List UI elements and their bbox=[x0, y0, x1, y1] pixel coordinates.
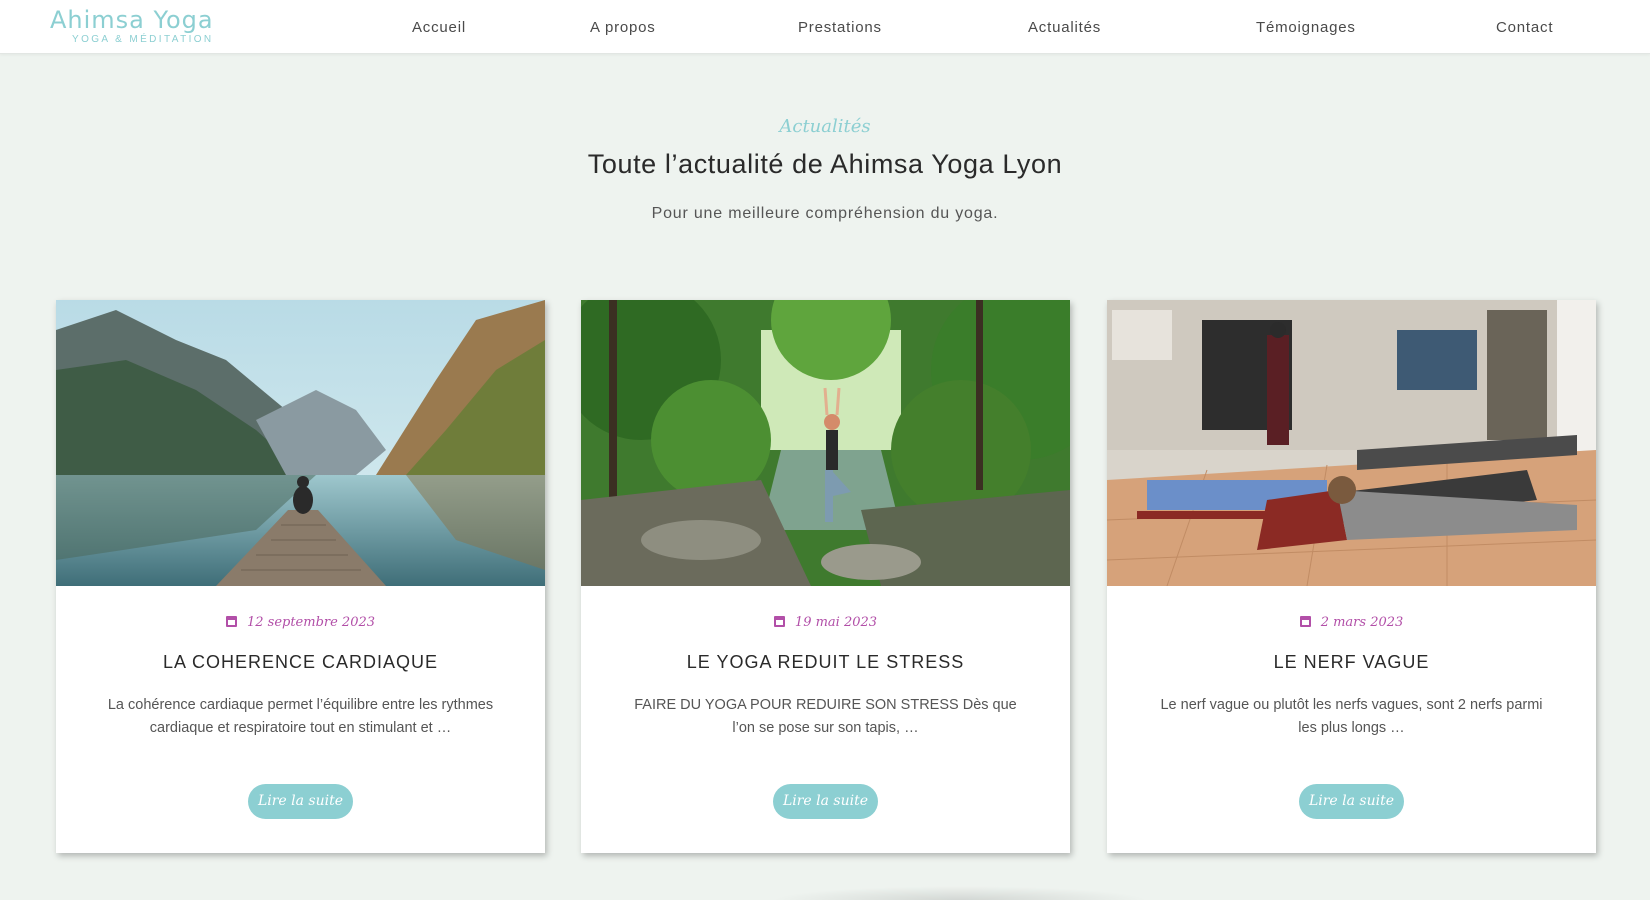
article-title[interactable]: LE YOGA REDUIT LE STRESS bbox=[581, 652, 1070, 673]
nav-actualites[interactable]: Actualités bbox=[1028, 19, 1101, 36]
article-card: 12 septembre 2023 LA COHERENCE CARDIAQUE… bbox=[56, 300, 545, 853]
section-subtitle: Pour une meilleure compréhension du yoga… bbox=[651, 205, 999, 222]
nav-temoignages[interactable]: Témoignages bbox=[1256, 19, 1356, 36]
section-title: Toute l’actualité de Ahimsa Yoga Lyon bbox=[587, 149, 1063, 179]
section-kicker: Actualités bbox=[779, 116, 871, 137]
nav-accueil[interactable]: Accueil bbox=[412, 19, 466, 36]
bottom-decoration bbox=[770, 886, 1150, 900]
article-excerpt: FAIRE DU YOGA POUR REDUIRE SON STRESS Dè… bbox=[634, 697, 1017, 736]
nav-prestations[interactable]: Prestations bbox=[798, 19, 882, 36]
article-image-studio[interactable] bbox=[1107, 300, 1596, 586]
nav-a-propos[interactable]: A propos bbox=[590, 19, 656, 36]
article-date: 2 mars 2023 bbox=[1107, 615, 1596, 630]
article-title[interactable]: LA COHERENCE CARDIAQUE bbox=[56, 652, 545, 673]
logo-title: Ahimsa Yoga bbox=[50, 6, 214, 34]
nav-contact[interactable]: Contact bbox=[1496, 19, 1553, 36]
article-image-forest[interactable] bbox=[581, 300, 1070, 586]
site-header: Ahimsa Yoga YOGA & MÉDITATION Accueil A … bbox=[0, 0, 1650, 54]
logo-subtitle: YOGA & MÉDITATION bbox=[72, 34, 214, 45]
article-excerpt: Le nerf vague ou plutôt les nerfs vagues… bbox=[1160, 697, 1543, 736]
article-date-text: 19 mai 2023 bbox=[794, 615, 878, 630]
calendar-icon bbox=[1299, 616, 1311, 627]
read-more-button[interactable]: Lire la suite bbox=[773, 784, 878, 819]
calendar-icon bbox=[773, 616, 785, 627]
site-logo[interactable]: Ahimsa Yoga YOGA & MÉDITATION bbox=[50, 6, 240, 46]
calendar-icon bbox=[225, 616, 237, 627]
article-card: 19 mai 2023 LE YOGA REDUIT LE STRESS FAI… bbox=[581, 300, 1070, 853]
article-image-lake[interactable] bbox=[56, 300, 545, 586]
read-more-button[interactable]: Lire la suite bbox=[1299, 784, 1404, 819]
read-more-button[interactable]: Lire la suite bbox=[248, 784, 353, 819]
article-card: 2 mars 2023 LE NERF VAGUE Le nerf vague … bbox=[1107, 300, 1596, 853]
article-date: 19 mai 2023 bbox=[581, 615, 1070, 630]
article-date: 12 septembre 2023 bbox=[56, 615, 545, 630]
article-excerpt: La cohérence cardiaque permet l’équilibr… bbox=[107, 697, 494, 736]
article-date-text: 2 mars 2023 bbox=[1320, 615, 1404, 630]
article-title[interactable]: LE NERF VAGUE bbox=[1107, 652, 1596, 673]
article-date-text: 12 septembre 2023 bbox=[246, 615, 376, 630]
